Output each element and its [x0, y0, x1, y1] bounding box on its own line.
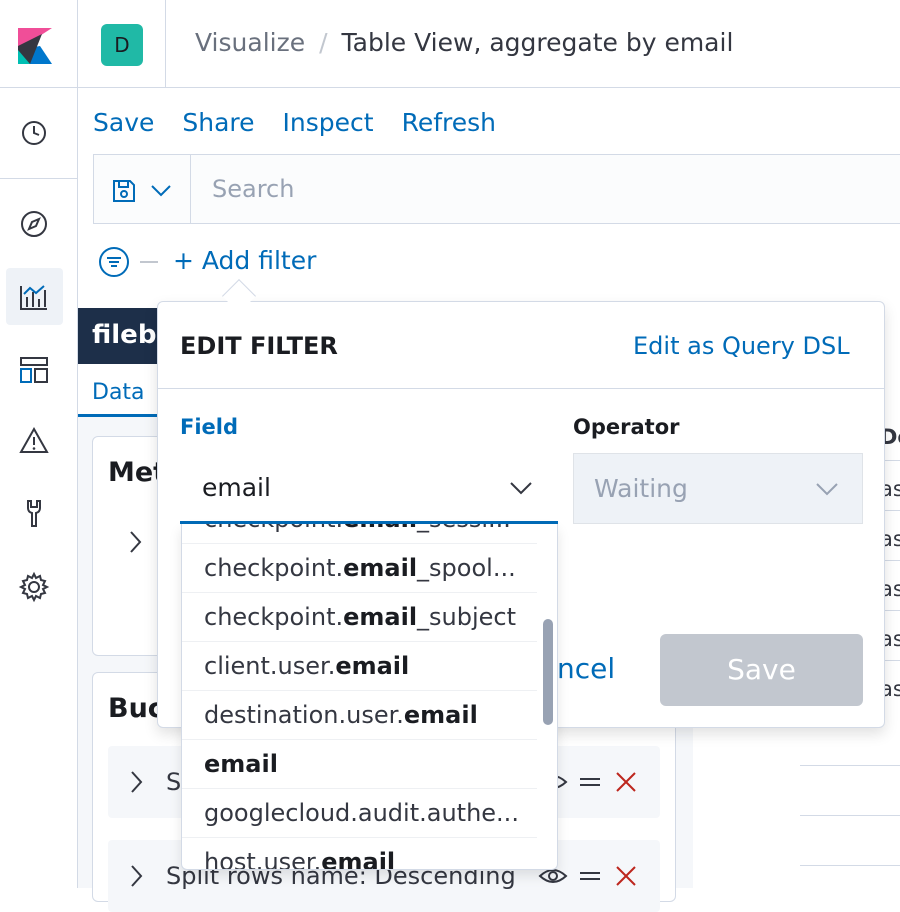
search-input[interactable]: Search: [212, 175, 294, 203]
list-item[interactable]: checkpoint.email_sessi...: [182, 524, 537, 544]
breadcrumb-current: Table View, aggregate by email: [341, 28, 734, 57]
table-row-line: [800, 815, 900, 816]
save-icon: [113, 180, 135, 202]
top-nav-menu: Save Share Inspect Refresh: [93, 108, 524, 137]
side-nav: [0, 88, 78, 888]
buckets-title: Buc: [108, 693, 164, 724]
clock-icon[interactable]: [17, 116, 51, 150]
space-selector[interactable]: D: [78, 0, 166, 88]
breadcrumb-separator: /: [319, 28, 328, 57]
filter-divider: [140, 261, 158, 263]
operator-input[interactable]: Waiting: [594, 474, 688, 503]
field-options-list: checkpoint.email_sessi... checkpoint.ema…: [181, 524, 558, 870]
table-row-line: [800, 765, 900, 766]
breadcrumb-visualize[interactable]: Visualize: [195, 28, 305, 57]
visualize-icon[interactable]: [17, 280, 51, 314]
space-avatar[interactable]: D: [101, 24, 143, 66]
list-item[interactable]: googlecloud.audit.authe...: [182, 789, 537, 838]
popover-divider: [158, 388, 884, 389]
list-item[interactable]: email: [182, 740, 537, 789]
tab-data[interactable]: Data: [92, 380, 145, 405]
remove-icon[interactable]: [614, 864, 638, 888]
filter-icon[interactable]: [98, 246, 130, 278]
remove-icon[interactable]: [614, 770, 638, 794]
refresh-menu-link[interactable]: Refresh: [402, 108, 496, 137]
save-menu-link[interactable]: Save: [93, 108, 154, 137]
split-rows-label: S: [166, 768, 182, 796]
edit-as-query-dsl-link[interactable]: Edit as Query DSL: [633, 332, 850, 360]
alert-icon[interactable]: [17, 424, 51, 458]
compass-icon[interactable]: [17, 207, 51, 241]
saved-query-button[interactable]: [94, 155, 191, 223]
gear-icon[interactable]: [17, 570, 51, 604]
field-input[interactable]: email: [202, 473, 271, 502]
drag-handle-icon[interactable]: [578, 770, 602, 794]
breadcrumb: Visualize / Table View, aggregate by email: [195, 28, 733, 57]
share-menu-link[interactable]: Share: [182, 108, 254, 137]
table-row-line: [800, 865, 900, 866]
top-header: D Visualize / Table View, aggregate by ema…: [0, 0, 900, 88]
list-item[interactable]: client.user.email: [182, 642, 537, 691]
dropdown-scrollbar[interactable]: [543, 619, 553, 725]
save-button[interactable]: Save: [660, 634, 863, 706]
chevron-right-icon[interactable]: [126, 862, 146, 890]
chevron-right-icon[interactable]: [126, 768, 146, 796]
field-label: Field: [180, 415, 239, 439]
list-item[interactable]: checkpoint.email_spool...: [182, 544, 537, 593]
chevron-down-icon[interactable]: [508, 475, 534, 501]
list-item[interactable]: host.user.email: [182, 838, 537, 869]
list-item[interactable]: checkpoint.email_subject: [182, 593, 537, 642]
chevron-right-icon[interactable]: [125, 528, 145, 562]
wrench-icon[interactable]: [17, 496, 51, 530]
drag-handle-icon[interactable]: [578, 864, 602, 888]
kibana-logo[interactable]: [0, 0, 78, 88]
dashboard-icon[interactable]: [17, 353, 51, 387]
chevron-down-icon: [151, 185, 171, 197]
kibana-logo-icon: [18, 28, 52, 64]
list-item[interactable]: destination.user.email: [182, 691, 537, 740]
chevron-down-icon[interactable]: [814, 476, 840, 502]
operator-combobox[interactable]: Waiting: [573, 453, 863, 524]
popover-title: EDIT FILTER: [180, 332, 338, 360]
field-combobox[interactable]: email: [180, 453, 558, 524]
chevron-right-icon-svg: [130, 531, 142, 553]
nav-divider: [0, 178, 78, 179]
cancel-button[interactable]: ncel: [557, 652, 615, 685]
query-bar: Search: [93, 154, 900, 224]
inspect-menu-link[interactable]: Inspect: [283, 108, 374, 137]
add-filter-button[interactable]: + Add filter: [173, 246, 316, 275]
operator-label: Operator: [573, 415, 680, 439]
